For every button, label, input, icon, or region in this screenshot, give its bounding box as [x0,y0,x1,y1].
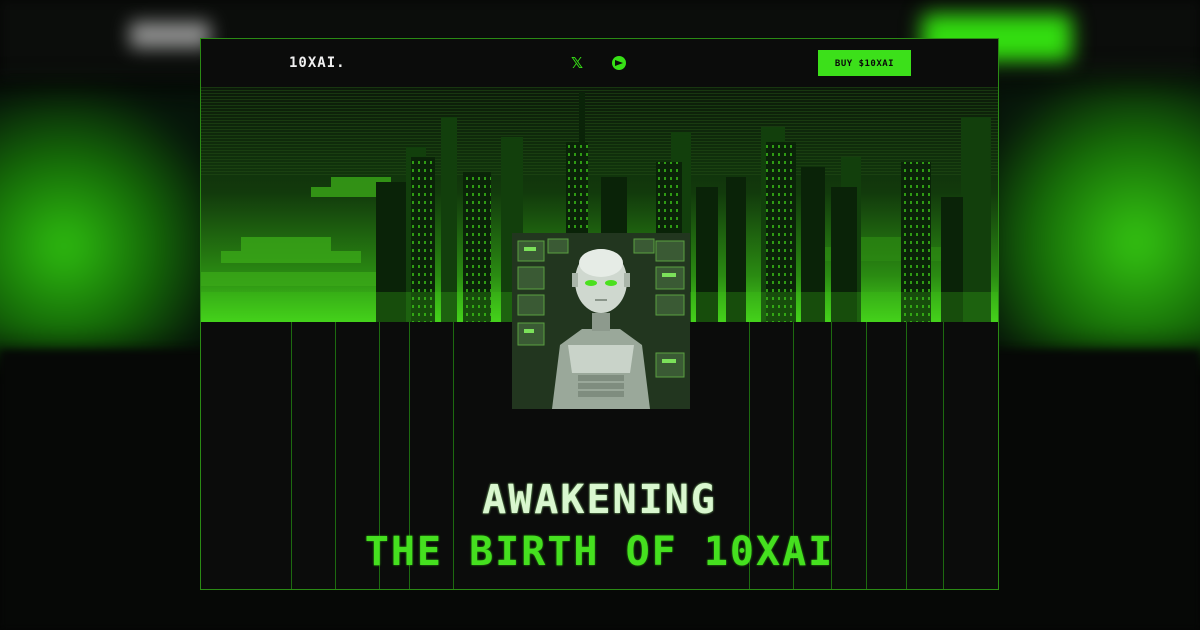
website-preview-card: 10XAI. 𝕏 BUY $10XAI >>> [200,38,999,590]
site-logo[interactable]: 10XAI. [289,55,346,71]
buy-token-button[interactable]: BUY $10XAI >>> [818,50,911,95]
hero-title-awakening: AWAKENING [482,477,717,523]
android-portrait-image [512,233,690,409]
top-nav: 10XAI. 𝕏 BUY $10XAI >>> [201,39,998,95]
hero-subtitle: THE BIRTH OF 10XAI [364,529,835,575]
x-logo-icon[interactable]: 𝕏 [567,53,587,73]
telegram-icon[interactable] [609,53,629,73]
